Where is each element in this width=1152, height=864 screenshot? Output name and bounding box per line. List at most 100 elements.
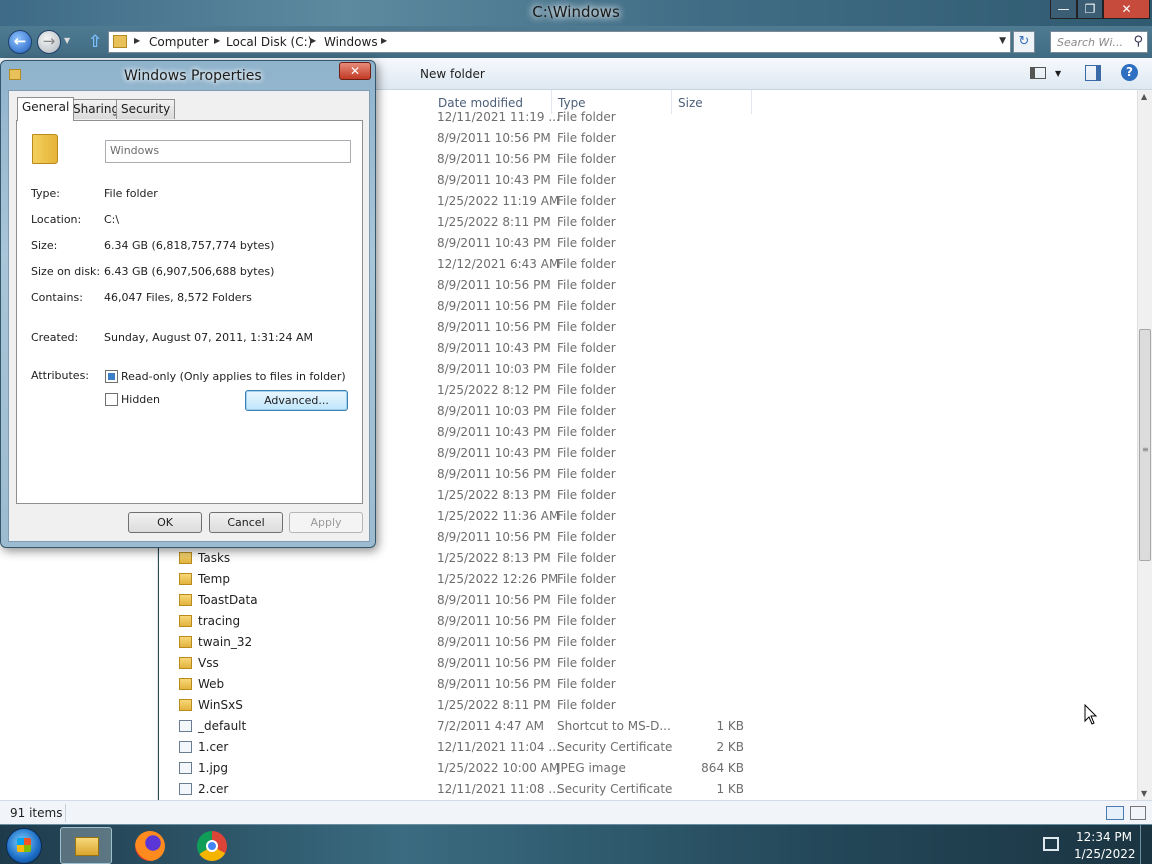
property-label: Contains: (31, 291, 83, 304)
advanced-button[interactable]: Advanced... (245, 390, 348, 411)
preview-pane-icon[interactable] (1085, 65, 1101, 81)
window-titlebar[interactable]: C:\Windows — ❐ ✕ (0, 0, 1152, 26)
file-row[interactable]: ToastData 8/9/2011 10:56 PM File folder (159, 590, 1137, 611)
file-row[interactable]: WinSxS 1/25/2022 8:11 PM File folder (159, 695, 1137, 716)
hidden-checkbox[interactable] (105, 393, 118, 406)
address-bar[interactable]: ▶ Computer ▶ Local Disk (C:) ▶ Windows ▶… (108, 31, 1011, 53)
property-label: Size: (31, 239, 58, 252)
folder-icon (179, 615, 192, 627)
folder-name-field[interactable]: Windows (105, 140, 351, 163)
folder-icon (179, 552, 192, 564)
restore-button[interactable]: ❐ (1077, 0, 1103, 19)
apply-button[interactable]: Apply (289, 512, 363, 533)
scroll-thumb[interactable]: ≡ (1139, 329, 1151, 561)
view-options-dropdown[interactable]: ▼ (1055, 69, 1061, 78)
file-date-modified: 8/9/2011 10:56 PM (437, 593, 551, 607)
network-icon[interactable] (1043, 837, 1059, 851)
file-row[interactable]: Vss 8/9/2011 10:56 PM File folder (159, 653, 1137, 674)
file-name: twain_32 (198, 635, 253, 649)
chevron-right-icon[interactable]: ▶ (134, 36, 140, 45)
file-row[interactable]: _default 7/2/2011 4:47 AM Shortcut to MS-D… (159, 716, 1137, 737)
minimize-button[interactable]: — (1050, 0, 1077, 19)
folder-icon (179, 594, 192, 606)
help-icon[interactable]: ? (1121, 64, 1138, 81)
file-date-modified: 1/25/2022 8:11 PM (437, 215, 551, 229)
property-value: 46,047 Files, 8,572 Folders (104, 291, 252, 304)
chevron-right-icon[interactable]: ▶ (310, 36, 316, 45)
file-row[interactable]: Temp 1/25/2022 12:26 PM File folder (159, 569, 1137, 590)
recent-pages-dropdown[interactable]: ▼ (64, 36, 70, 45)
details-view-icon[interactable] (1106, 806, 1124, 820)
chevron-right-icon[interactable]: ▶ (381, 36, 387, 45)
scroll-up-arrow[interactable]: ▲ (1141, 92, 1147, 101)
forward-button[interactable]: → (37, 30, 61, 54)
breadcrumb-computer[interactable]: Computer (149, 35, 209, 49)
forward-arrow-icon: → (42, 32, 56, 50)
search-icon[interactable]: ⚲ (1133, 34, 1143, 49)
file-date-modified: 12/11/2021 11:08 ... (437, 782, 560, 796)
back-button[interactable]: ← (8, 30, 32, 54)
file-date-modified: 8/9/2011 10:56 PM (437, 677, 551, 691)
tab-security[interactable]: Security (116, 99, 176, 119)
scroll-down-arrow[interactable]: ▼ (1141, 789, 1147, 798)
new-folder-button[interactable]: New folder (420, 67, 485, 81)
file-row[interactable]: 1.jpg 1/25/2022 10:00 AM JPEG image 864 KB (159, 758, 1137, 779)
restore-icon: ❐ (1084, 2, 1096, 16)
hidden-label[interactable]: Hidden (121, 393, 160, 406)
divider (65, 804, 66, 822)
file-row[interactable]: 1.cer 12/11/2021 11:04 ... Security Certif… (159, 737, 1137, 758)
file-type: File folder (557, 530, 616, 544)
readonly-checkbox[interactable] (105, 370, 118, 383)
breadcrumb-local-disk[interactable]: Local Disk (C:) (226, 35, 312, 49)
file-row[interactable]: 2.cer 12/11/2021 11:08 ... Security Certif… (159, 779, 1137, 800)
start-button[interactable] (6, 828, 42, 864)
file-icon (179, 783, 192, 795)
readonly-label[interactable]: Read-only (Only applies to files in fold… (121, 370, 346, 383)
file-date-modified: 8/9/2011 10:43 PM (437, 425, 551, 439)
navigation-bar: ← → ▼ ⇧ ▶ Computer ▶ Local Disk (C:) ▶ W… (0, 26, 1152, 58)
file-row[interactable]: twain_32 8/9/2011 10:56 PM File folder (159, 632, 1137, 653)
breadcrumb-windows[interactable]: Windows (324, 35, 378, 49)
file-type: File folder (557, 194, 616, 208)
search-input[interactable]: Search Wi... (1057, 36, 1123, 49)
divider (31, 356, 349, 357)
file-date-modified: 12/11/2021 11:19 ... (437, 110, 560, 124)
file-row[interactable]: Tasks 1/25/2022 8:13 PM File folder (159, 548, 1137, 569)
file-date-modified: 8/9/2011 10:56 PM (437, 320, 551, 334)
dialog-close-button[interactable]: ✕ (339, 62, 371, 80)
taskbar-explorer-button[interactable] (60, 827, 112, 864)
file-date-modified: 8/9/2011 10:56 PM (437, 131, 551, 145)
refresh-button[interactable]: ↻ (1013, 31, 1035, 53)
show-desktop-button[interactable] (1140, 825, 1152, 864)
search-box[interactable]: Search Wi... ⚲ (1050, 31, 1148, 53)
file-date-modified: 1/25/2022 12:26 PM (437, 572, 559, 586)
close-button[interactable]: ✕ (1103, 0, 1150, 19)
file-name: _default (198, 719, 247, 733)
windows-logo-icon (17, 838, 31, 852)
properties-dialog[interactable]: Windows Properties ✕ General Sharing Sec… (0, 60, 376, 548)
chrome-icon[interactable] (197, 831, 227, 861)
firefox-icon[interactable] (135, 831, 165, 861)
cancel-button[interactable]: Cancel (209, 512, 283, 533)
file-date-modified: 8/9/2011 10:56 PM (437, 614, 551, 628)
created-label: Created: (31, 331, 79, 344)
address-dropdown-icon[interactable]: ▼ (999, 36, 1006, 46)
file-date-modified: 8/9/2011 10:43 PM (437, 173, 551, 187)
file-date-modified: 8/9/2011 10:03 PM (437, 404, 551, 418)
file-type: File folder (557, 677, 616, 691)
file-row[interactable]: tracing 8/9/2011 10:56 PM File folder (159, 611, 1137, 632)
clock-time[interactable]: 12:34 PM (1076, 830, 1132, 844)
file-name: ToastData (198, 593, 258, 607)
large-icons-view-icon[interactable] (1130, 806, 1146, 820)
folder-icon (179, 678, 192, 690)
file-type: Shortcut to MS-D... (557, 719, 671, 733)
file-row[interactable]: Web 8/9/2011 10:56 PM File folder (159, 674, 1137, 695)
vertical-scrollbar[interactable]: ▲ ≡ ▼ (1137, 90, 1152, 800)
chevron-right-icon[interactable]: ▶ (214, 36, 220, 45)
up-one-level-button[interactable]: ⇧ (88, 32, 102, 52)
property-label: Type: (31, 187, 60, 200)
clock-date[interactable]: 1/25/2022 (1074, 847, 1136, 861)
change-view-icon[interactable] (1030, 67, 1046, 79)
ok-button[interactable]: OK (128, 512, 202, 533)
tab-general[interactable]: General (17, 97, 75, 121)
